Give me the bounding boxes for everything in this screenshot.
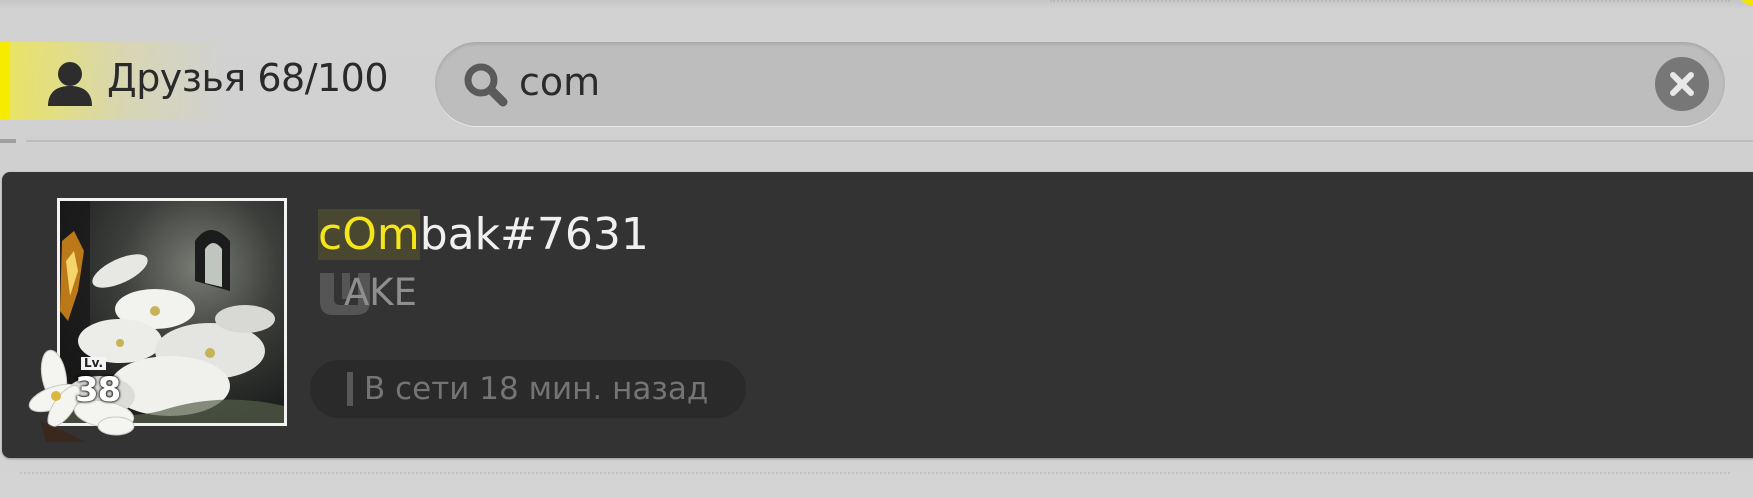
clear-search-button[interactable]: [1655, 57, 1709, 111]
divider-line: [26, 140, 1753, 142]
player-name-rest: bak#7631: [419, 209, 649, 260]
level-number: 38: [75, 370, 121, 410]
bottom-divider: [20, 472, 1730, 476]
friends-tab[interactable]: Друзья 68/100: [0, 42, 410, 120]
level-label: Lv.: [81, 357, 107, 370]
search-input[interactable]: com: [519, 60, 600, 104]
tab-accent-bar: [0, 42, 10, 120]
club-tag: AKE: [344, 271, 417, 314]
status-indicator: [347, 372, 353, 406]
top-divider: [1050, 0, 1730, 5]
friend-card[interactable]: Lv. 38 cOmbak#7631 AKE В сети 18 мин. на…: [2, 172, 1753, 458]
friends-count-label: Друзья 68/100: [107, 56, 389, 100]
search-icon: [463, 62, 509, 108]
close-icon: [1670, 72, 1694, 96]
online-status-badge: В сети 18 мин. назад: [310, 360, 746, 418]
divider-marker: [0, 139, 16, 143]
player-name: cOmbak#7631: [318, 206, 649, 264]
search-bar[interactable]: com: [435, 42, 1725, 126]
search-match-highlight: cOm: [318, 209, 420, 260]
last-online-text: В сети 18 мин. назад: [364, 371, 709, 407]
level-badge: Lv. 38: [26, 346, 142, 442]
user-icon: [46, 60, 94, 106]
